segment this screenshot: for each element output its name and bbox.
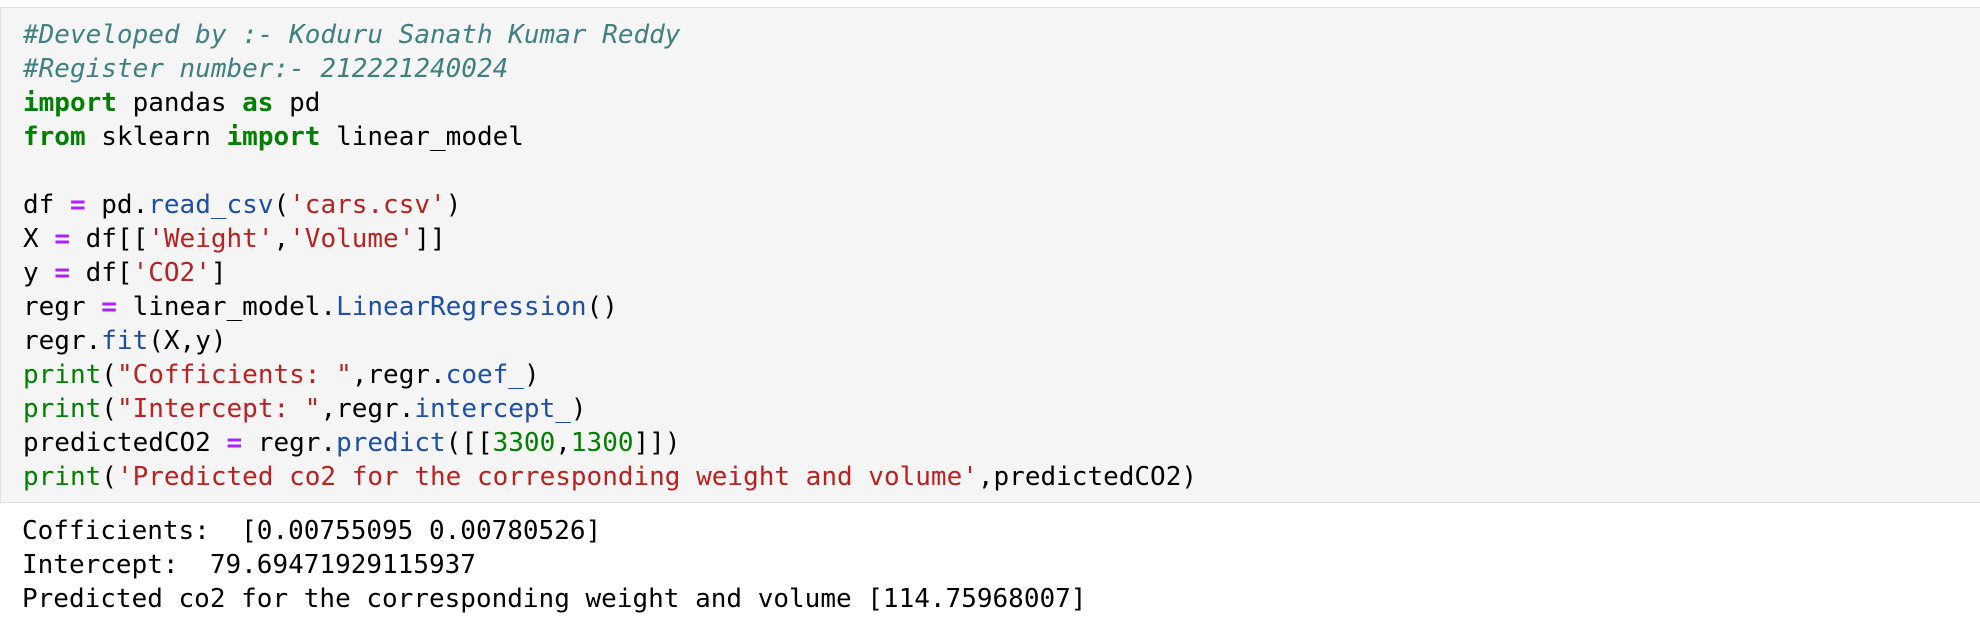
code-line: print('Predicted co2 for the correspondi… [23,460,1197,494]
code-line: df = pd.read_csv('cars.csv') [23,188,1197,222]
code-token-plain: pd [273,88,321,118]
code-token-number: 3300 [492,428,556,458]
code-token-comment: #Register number:- 212221240024 [23,54,509,84]
code-token-string: 'Predicted co2 for the corresponding wei… [116,462,978,492]
output-line: Intercept: 79.69471929115937 [22,550,476,580]
code-line: regr.fit(X,y) [23,324,1197,358]
code-token-plain: ( [101,394,117,424]
code-token-string: 'Weight' [148,224,274,254]
code-token-attr: fit [101,326,149,356]
code-token-attr: predict [336,428,446,458]
code-token-builtin: print [23,462,102,492]
code-token-comment: #Developed by :- Koduru Sanath Kumar Red… [23,20,681,50]
code-token-plain: ] [210,258,227,288]
code-token-plain: linear_model. [116,292,337,322]
code-token-plain: linear_model [320,122,524,152]
code-token-plain: , [555,428,571,458]
cell-output: Cofficients: [0.00755095 0.00780526] Inte… [22,514,1086,616]
code-token-plain: ( [101,462,117,492]
code-token-plain: ,regr. [320,394,415,424]
code-token-operator: = [54,258,70,288]
code-token-plain: df [23,190,70,220]
code-token-plain: regr. [23,326,102,356]
code-token-attr: coef_ [445,360,524,390]
code-token-plain: pandas [116,88,243,118]
code-line: X = df[['Weight','Volume']] [23,222,1197,256]
code-token-string: "Cofficients: " [116,360,352,390]
code-token-number: 1300 [570,428,634,458]
code-token-plain: () [586,292,618,322]
code-token-operator: = [226,428,243,458]
code-token-attr: intercept_ [414,394,571,424]
code-line: print("Cofficients: ",regr.coef_) [23,358,1197,392]
code-token-plain: y [23,258,55,288]
code-token-builtin: print [23,360,102,390]
code-editor[interactable]: #Developed by :- Koduru Sanath Kumar Red… [23,18,1197,494]
code-token-operator: = [54,224,70,254]
code-token-plain: ) [523,360,540,390]
output-line: Predicted co2 for the corresponding weig… [22,584,1087,614]
code-token-plain: sklearn [85,122,227,152]
code-token-plain: ]] [414,224,446,254]
code-token-attr: LinearRegression [336,292,587,322]
code-token-keyword: import [226,122,321,152]
code-token-plain: ) [570,394,587,424]
code-token-plain: ,predictedCO2) [977,462,1198,492]
output-line: Cofficients: [0.00755095 0.00780526] [22,516,602,546]
code-cell[interactable]: #Developed by :- Koduru Sanath Kumar Red… [0,7,1980,503]
code-line: import pandas as pd [23,86,1197,120]
code-line: #Register number:- 212221240024 [23,52,1197,86]
code-line: from sklearn import linear_model [23,120,1197,154]
code-token-plain: ( [273,190,290,220]
code-line: print("Intercept: ",regr.intercept_) [23,392,1197,426]
code-line: y = df['CO2'] [23,256,1197,290]
code-token-plain: df[ [69,258,133,288]
code-token-keyword: from [23,122,86,152]
code-token-string: 'cars.csv' [289,190,446,220]
code-token-operator: = [69,190,86,220]
code-token-plain: ([[ [445,428,493,458]
code-token-plain: predictedCO2 [23,428,227,458]
code-token-attr: read_csv [148,190,274,220]
code-token-string: 'Volume' [289,224,415,254]
code-token-plain: ) [445,190,462,220]
code-line: predictedCO2 = regr.predict([[3300,1300]… [23,426,1197,460]
code-token-plain: , [273,224,290,254]
code-token-keyword: as [242,88,274,118]
code-line: regr = linear_model.LinearRegression() [23,290,1197,324]
code-token-keyword: import [23,88,117,118]
code-token-plain: ]]) [633,428,681,458]
code-token-plain: df[[ [69,224,149,254]
code-token-plain: regr. [242,428,337,458]
code-token-plain: ( [101,360,117,390]
notebook: #Developed by :- Koduru Sanath Kumar Red… [0,0,1980,634]
code-token-plain: (X,y) [148,326,227,356]
code-token-string: "Intercept: " [116,394,321,424]
code-token-string: 'CO2' [132,258,211,288]
code-token-plain: pd. [85,190,149,220]
code-token-operator: = [101,292,117,322]
code-token-plain: X [23,224,55,254]
code-token-plain: regr [23,292,102,322]
code-token-builtin: print [23,394,102,424]
code-token-plain: ,regr. [351,360,446,390]
code-line: #Developed by :- Koduru Sanath Kumar Red… [23,18,1197,52]
